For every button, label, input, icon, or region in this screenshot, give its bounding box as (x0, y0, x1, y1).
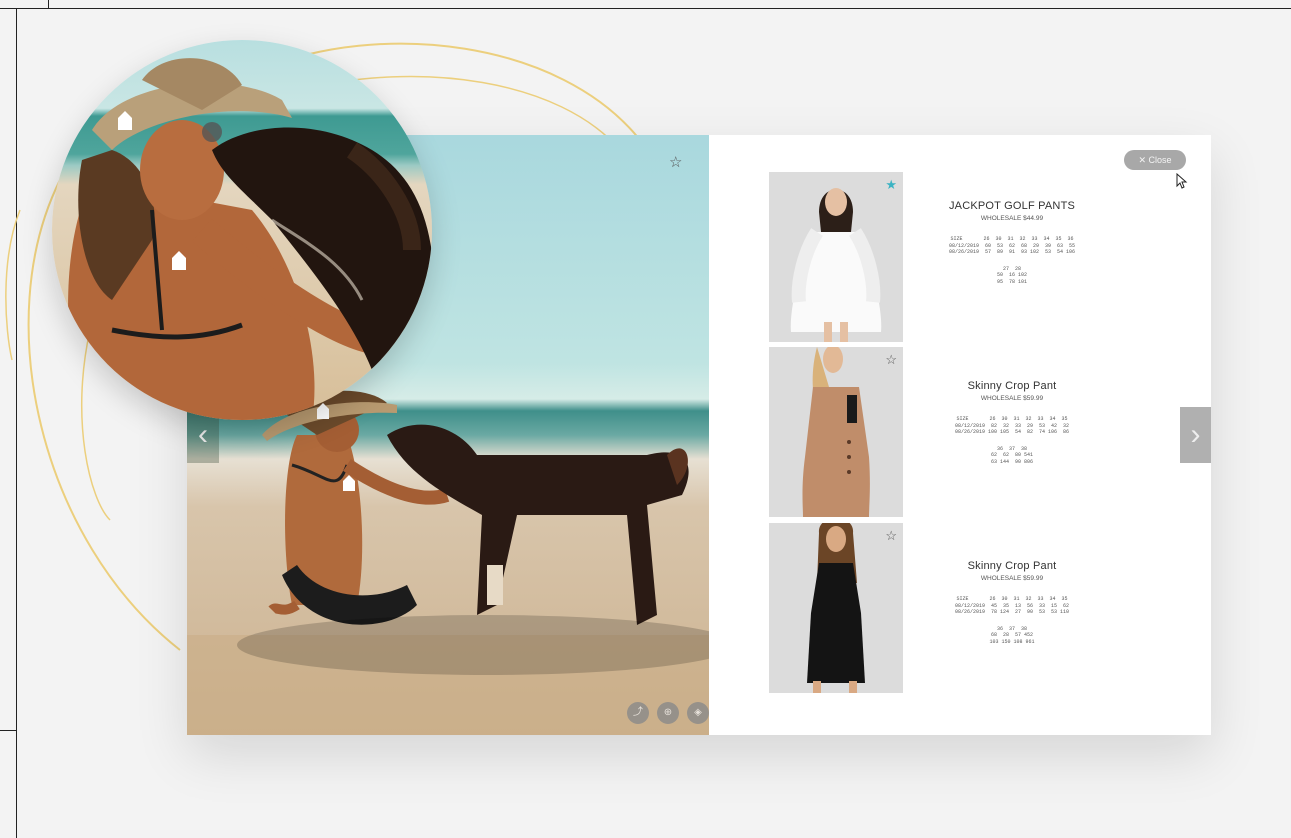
size-table: SIZE 26 30 31 32 33 34 35 08/12/2019 82 … (954, 416, 1070, 435)
product-image-2[interactable]: ☆ (769, 347, 903, 517)
zoom-icon[interactable]: ⊕ (657, 702, 679, 724)
product-info-1: JACKPOT GOLF PANTS WHOLESALE $44.99 SIZE… (917, 200, 1107, 285)
size-table-extra: 27 28 50 16 102 95 78 101 (996, 265, 1027, 285)
product-image-3[interactable]: ☆ (769, 523, 903, 693)
product-name[interactable]: Skinny Crop Pant (917, 560, 1107, 572)
zoomed-photo-bubble (52, 40, 432, 420)
product-name[interactable]: JACKPOT GOLF PANTS (917, 200, 1107, 212)
close-button[interactable]: ✕ Close (1124, 150, 1186, 170)
size-table-extra: 36 37 38 62 62 80 541 63 144 90 806 (990, 445, 1033, 465)
frame-border-left (16, 8, 17, 838)
product-info-3: Skinny Crop Pant WHOLESALE $59.99 SIZE 2… (917, 560, 1107, 645)
star-outline-icon[interactable]: ☆ (885, 353, 897, 366)
frame-tick (0, 730, 16, 731)
product-price: WHOLESALE $59.99 (980, 575, 1044, 582)
star-outline-icon[interactable]: ☆ (885, 529, 897, 542)
frame-tick (48, 0, 49, 8)
product-price: WHOLESALE $59.99 (980, 395, 1044, 402)
mouse-cursor-icon (1176, 173, 1188, 189)
size-table-extra: 36 37 38 68 28 57 452 103 150 108 961 (989, 625, 1035, 645)
product-price: WHOLESALE $44.99 (980, 215, 1044, 222)
next-arrow-button[interactable]: › (1180, 407, 1211, 463)
frame-border-top (0, 8, 1291, 9)
product-image-1[interactable]: ★ (769, 172, 903, 342)
star-outline-icon[interactable]: ☆ (669, 155, 682, 170)
product-info-2: Skinny Crop Pant WHOLESALE $59.99 SIZE 2… (917, 380, 1107, 465)
size-table: SIZE 26 30 31 32 33 34 35 36 08/12/2019 … (948, 236, 1076, 255)
share-icon[interactable]: ⤴ (627, 702, 649, 724)
product-name[interactable]: Skinny Crop Pant (917, 380, 1107, 392)
size-table: SIZE 26 30 31 32 33 34 35 08/12/2019 45 … (954, 596, 1070, 615)
star-filled-icon[interactable]: ★ (885, 178, 897, 191)
zoomed-beach-scene (68, 58, 432, 420)
tag-icon[interactable]: ◈ (687, 702, 709, 724)
